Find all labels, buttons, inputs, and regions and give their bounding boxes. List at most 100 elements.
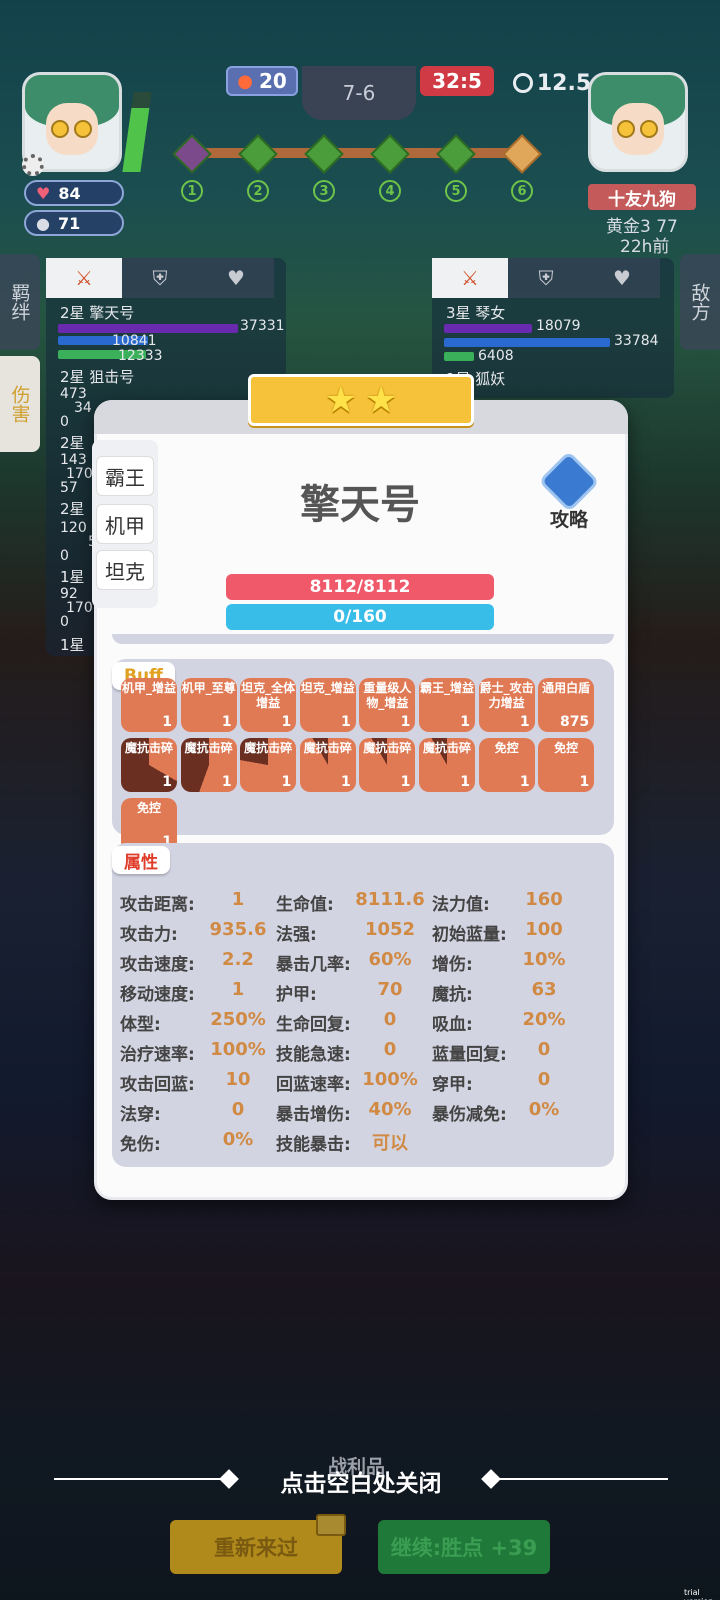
round-number-2: 2 bbox=[247, 180, 269, 202]
buff-item[interactable]: 坦克_全体增益 1 bbox=[240, 678, 297, 732]
buff-item[interactable]: 魔抗击碎 1 bbox=[180, 738, 237, 792]
close-hint: 点击空白处关闭 bbox=[280, 1471, 442, 1497]
hp-left-value: 20 bbox=[258, 69, 287, 93]
buff-count: 1 bbox=[460, 774, 470, 790]
buff-label: 免控 bbox=[494, 741, 519, 755]
opponent-avatar[interactable] bbox=[588, 72, 688, 172]
attribute-label: 法力值: bbox=[432, 895, 490, 915]
clock-icon bbox=[512, 73, 533, 93]
attribute-value: 40% bbox=[368, 1099, 412, 1120]
left-unit1-v2: 10841 bbox=[112, 333, 157, 349]
buff-item[interactable]: 免控 1 bbox=[478, 738, 535, 792]
trait-bawang[interactable]: 霸王 bbox=[96, 456, 154, 496]
left-unit2-name: 2星 狙击号 bbox=[60, 368, 135, 386]
buff-item[interactable]: 通用白盾 875 bbox=[538, 678, 595, 732]
tab-enemy-healing[interactable]: ♥ bbox=[584, 258, 660, 298]
sword-icon: ⚔ bbox=[461, 266, 479, 290]
shield-icon: ⛨ bbox=[538, 266, 554, 290]
continue-button[interactable]: 继续:胜点 +39 bbox=[378, 1520, 550, 1574]
attribute-value: 0 bbox=[383, 1039, 397, 1060]
buff-item[interactable]: 免控 1 bbox=[538, 738, 595, 792]
side-tab-damage[interactable]: 伤害 bbox=[0, 356, 40, 452]
heart-icon: ♥ bbox=[36, 183, 51, 203]
round-indicator: 7-6 bbox=[302, 66, 416, 120]
attribute-value: 60% bbox=[368, 949, 412, 970]
hp-bar: 8112/8112 bbox=[226, 574, 494, 600]
close-hint-line-right bbox=[492, 1478, 668, 1480]
attribute-value: 160 bbox=[525, 889, 563, 910]
buff-label: 霸王_增益 bbox=[419, 681, 474, 695]
left-unit2-v3: 0 bbox=[60, 414, 69, 430]
attribute-label: 回蓝速率: bbox=[276, 1075, 351, 1095]
tab-damage-dealt[interactable]: ⚔ bbox=[46, 258, 122, 298]
opponent-name: 十友九狗 bbox=[608, 189, 676, 210]
round-number-1: 1 bbox=[181, 180, 203, 202]
attribute-value: 0 bbox=[383, 1009, 397, 1030]
trait-jijia[interactable]: 机甲 bbox=[96, 504, 154, 544]
attribute-label: 治疗速率: bbox=[120, 1045, 195, 1065]
tab-enemy-damage-taken[interactable]: ⛨ bbox=[508, 258, 584, 298]
tab-damage-taken[interactable]: ⛨ bbox=[122, 258, 198, 298]
buff-item[interactable]: 机甲_增益 1 bbox=[121, 678, 177, 732]
buff-count: 1 bbox=[519, 714, 530, 730]
round-number-3: 3 bbox=[313, 180, 335, 202]
side-tab-synergy-label: 羁绊 bbox=[8, 283, 31, 321]
timer-text: 12.5 bbox=[536, 70, 592, 96]
attribute-value: 100 bbox=[525, 919, 563, 940]
retry-button[interactable]: 重新来过 bbox=[170, 1514, 346, 1574]
attribute-label: 攻击力: bbox=[120, 925, 178, 945]
left-row-6: 120 bbox=[60, 520, 87, 536]
attribute-value: 10% bbox=[522, 949, 566, 970]
attribute-value: 0 bbox=[537, 1069, 551, 1090]
buff-item[interactable]: 魔抗击碎 1 bbox=[121, 738, 177, 792]
video-ad-icon bbox=[316, 1514, 346, 1536]
buff-count: 1 bbox=[281, 714, 292, 730]
left-unit1-bar-1 bbox=[58, 324, 238, 333]
buff-count: 1 bbox=[221, 774, 232, 790]
shield-icon: ⛨ bbox=[152, 266, 168, 290]
settings-gear-icon[interactable] bbox=[22, 154, 44, 176]
round-text: 7-6 bbox=[342, 81, 376, 105]
left-unit1-name: 2星 擎天号 bbox=[60, 304, 135, 322]
buff-item[interactable]: 魔抗击碎 1 bbox=[419, 738, 475, 792]
player-health-pill: ♥ 84 bbox=[24, 180, 124, 206]
heart-outline-icon: ♥ bbox=[227, 266, 245, 290]
buff-label: 魔抗击碎 bbox=[184, 741, 233, 755]
buff-item[interactable]: 魔抗击碎 1 bbox=[240, 738, 297, 792]
buff-label: 坦克_全体增益 bbox=[241, 681, 296, 710]
left-stat-tabs: ⚔ ⛨ ♥ bbox=[46, 258, 274, 298]
buff-item[interactable]: 坦克_增益 1 bbox=[299, 678, 356, 732]
tab-healing[interactable]: ♥ bbox=[198, 258, 274, 298]
attribute-value: 10 bbox=[225, 1069, 251, 1090]
guide-button[interactable]: 攻略 bbox=[536, 450, 602, 532]
buff-item[interactable]: 爵士_攻击力增益 1 bbox=[478, 678, 535, 732]
right-unit1-v3: 6408 bbox=[478, 348, 514, 364]
buff-item[interactable]: 机甲_至尊 1 bbox=[180, 678, 237, 732]
buff-item[interactable]: 霸王_增益 1 bbox=[419, 678, 475, 732]
buff-label: 魔抗击碎 bbox=[363, 741, 412, 755]
buff-label: 通用白盾 bbox=[542, 681, 591, 695]
side-tab-enemy-label: 敌方 bbox=[688, 283, 711, 321]
attribute-value: 0 bbox=[537, 1039, 551, 1060]
left-row-11: 170 bbox=[66, 600, 93, 616]
score-pill: 32:5 bbox=[420, 66, 494, 96]
attribute-label: 技能急速: bbox=[276, 1045, 351, 1065]
retry-label: 重新来过 bbox=[214, 1536, 298, 1560]
attribute-label: 攻击距离: bbox=[120, 895, 195, 915]
trait-tanke[interactable]: 坦克 bbox=[96, 550, 154, 590]
attribute-label: 穿甲: bbox=[432, 1075, 473, 1095]
trial-watermark: trial version bbox=[684, 1588, 713, 1600]
buff-item[interactable]: 魔抗击碎 1 bbox=[359, 738, 416, 792]
left-row-12: 0 bbox=[60, 614, 69, 630]
attribute-label: 生命值: bbox=[276, 895, 334, 915]
tab-enemy-damage-dealt[interactable]: ⚔ bbox=[432, 258, 508, 298]
side-tab-synergy[interactable]: 羁绊 bbox=[0, 254, 40, 350]
star-icon: ★ bbox=[324, 379, 357, 421]
score-text: 32:5 bbox=[432, 69, 482, 93]
side-tab-enemy[interactable]: 敌方 bbox=[680, 254, 720, 350]
buff-count: 1 bbox=[281, 774, 292, 790]
buff-label: 坦克_增益 bbox=[300, 681, 355, 695]
buff-item[interactable]: 重量级人物_增益 1 bbox=[359, 678, 416, 732]
buff-item[interactable]: 魔抗击碎 1 bbox=[299, 738, 356, 792]
attribute-label: 蓝量回复: bbox=[432, 1045, 507, 1065]
